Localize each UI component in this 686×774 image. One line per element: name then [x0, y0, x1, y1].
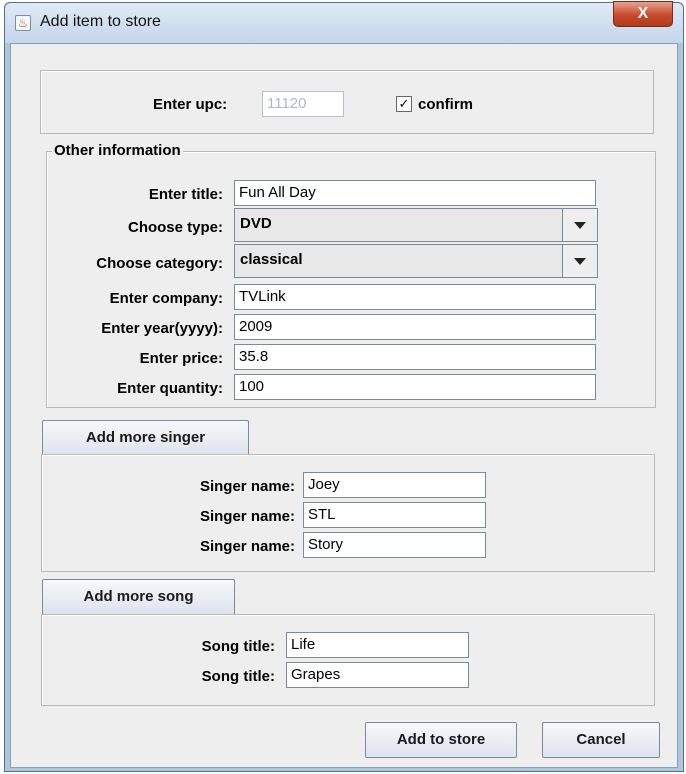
dialog-content: Enter upc: 11120 ✓ confirm Other informa…	[10, 43, 678, 768]
type-dropdown[interactable]: DVD	[234, 208, 598, 242]
year-label: Enter year(yyyy):	[101, 320, 223, 337]
add-more-song-button[interactable]: Add more song	[42, 579, 235, 615]
upc-field[interactable]: 11120	[262, 91, 344, 117]
singer-name-field[interactable]: Story	[303, 532, 486, 558]
singer-name-field[interactable]: STL	[303, 502, 486, 528]
chevron-down-icon[interactable]	[562, 245, 597, 277]
confirm-checkbox[interactable]: ✓	[396, 96, 412, 112]
year-field[interactable]: 2009	[234, 314, 596, 340]
price-label: Enter price:	[139, 350, 223, 367]
singer-name-label: Singer name:	[199, 538, 295, 555]
song-title-field[interactable]: Life	[286, 632, 469, 658]
title-field[interactable]: Fun All Day	[234, 180, 596, 206]
singer-name-field[interactable]: Joey	[303, 472, 486, 498]
category-selected-value: classical	[240, 251, 303, 268]
upc-panel	[40, 70, 654, 134]
category-label: Choose category:	[96, 255, 223, 272]
song-title-label: Song title:	[201, 668, 275, 685]
window-title: Add item to store	[40, 13, 161, 30]
cancel-button[interactable]: Cancel	[542, 722, 660, 758]
close-button[interactable]: X	[613, 1, 673, 27]
type-selected-value: DVD	[240, 215, 272, 232]
add-more-singer-button[interactable]: Add more singer	[42, 420, 249, 456]
add-to-store-button[interactable]: Add to store	[365, 722, 517, 758]
company-field[interactable]: TVLink	[234, 284, 596, 310]
song-title-field[interactable]: Grapes	[286, 662, 469, 688]
confirm-label[interactable]: confirm	[418, 96, 473, 113]
price-field[interactable]: 35.8	[234, 344, 596, 370]
other-information-legend: Other information	[52, 142, 183, 159]
songs-panel	[41, 614, 655, 706]
dialog-window: ♨ Add item to store X Enter upc: 11120 ✓…	[4, 1, 684, 772]
quantity-label: Enter quantity:	[117, 380, 223, 397]
java-app-icon: ♨	[15, 15, 31, 31]
company-label: Enter company:	[109, 290, 223, 307]
category-dropdown[interactable]: classical	[234, 244, 598, 278]
title-label: Enter title:	[148, 186, 223, 203]
song-title-label: Song title:	[201, 638, 275, 655]
title-bar[interactable]: ♨ Add item to store X	[5, 1, 683, 43]
type-label: Choose type:	[127, 219, 223, 236]
singer-name-label: Singer name:	[199, 508, 295, 525]
singer-name-label: Singer name:	[199, 478, 295, 495]
chevron-down-icon[interactable]	[562, 209, 597, 241]
upc-label: Enter upc:	[153, 96, 228, 113]
quantity-field[interactable]: 100	[234, 374, 596, 400]
